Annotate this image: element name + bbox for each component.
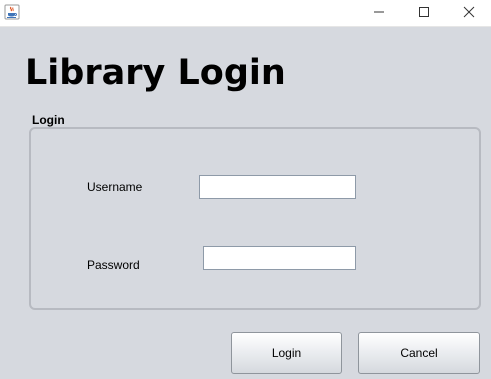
login-group-box <box>29 127 481 310</box>
password-input[interactable] <box>203 246 356 270</box>
maximize-button[interactable] <box>401 0 446 27</box>
minimize-button[interactable] <box>356 0 401 27</box>
title-bar <box>0 0 491 27</box>
username-label: Username <box>87 180 143 194</box>
java-coffee-icon[interactable] <box>4 4 20 20</box>
login-group-title: Login <box>32 113 65 127</box>
login-button[interactable]: Login <box>231 332 342 374</box>
username-input[interactable] <box>199 175 356 199</box>
page-title: Library Login <box>25 53 286 93</box>
close-icon <box>463 5 475 23</box>
maximize-icon <box>418 5 430 23</box>
cancel-button[interactable]: Cancel <box>358 332 480 374</box>
password-label: Password <box>87 258 140 272</box>
minimize-icon <box>373 5 385 23</box>
close-button[interactable] <box>446 0 491 27</box>
